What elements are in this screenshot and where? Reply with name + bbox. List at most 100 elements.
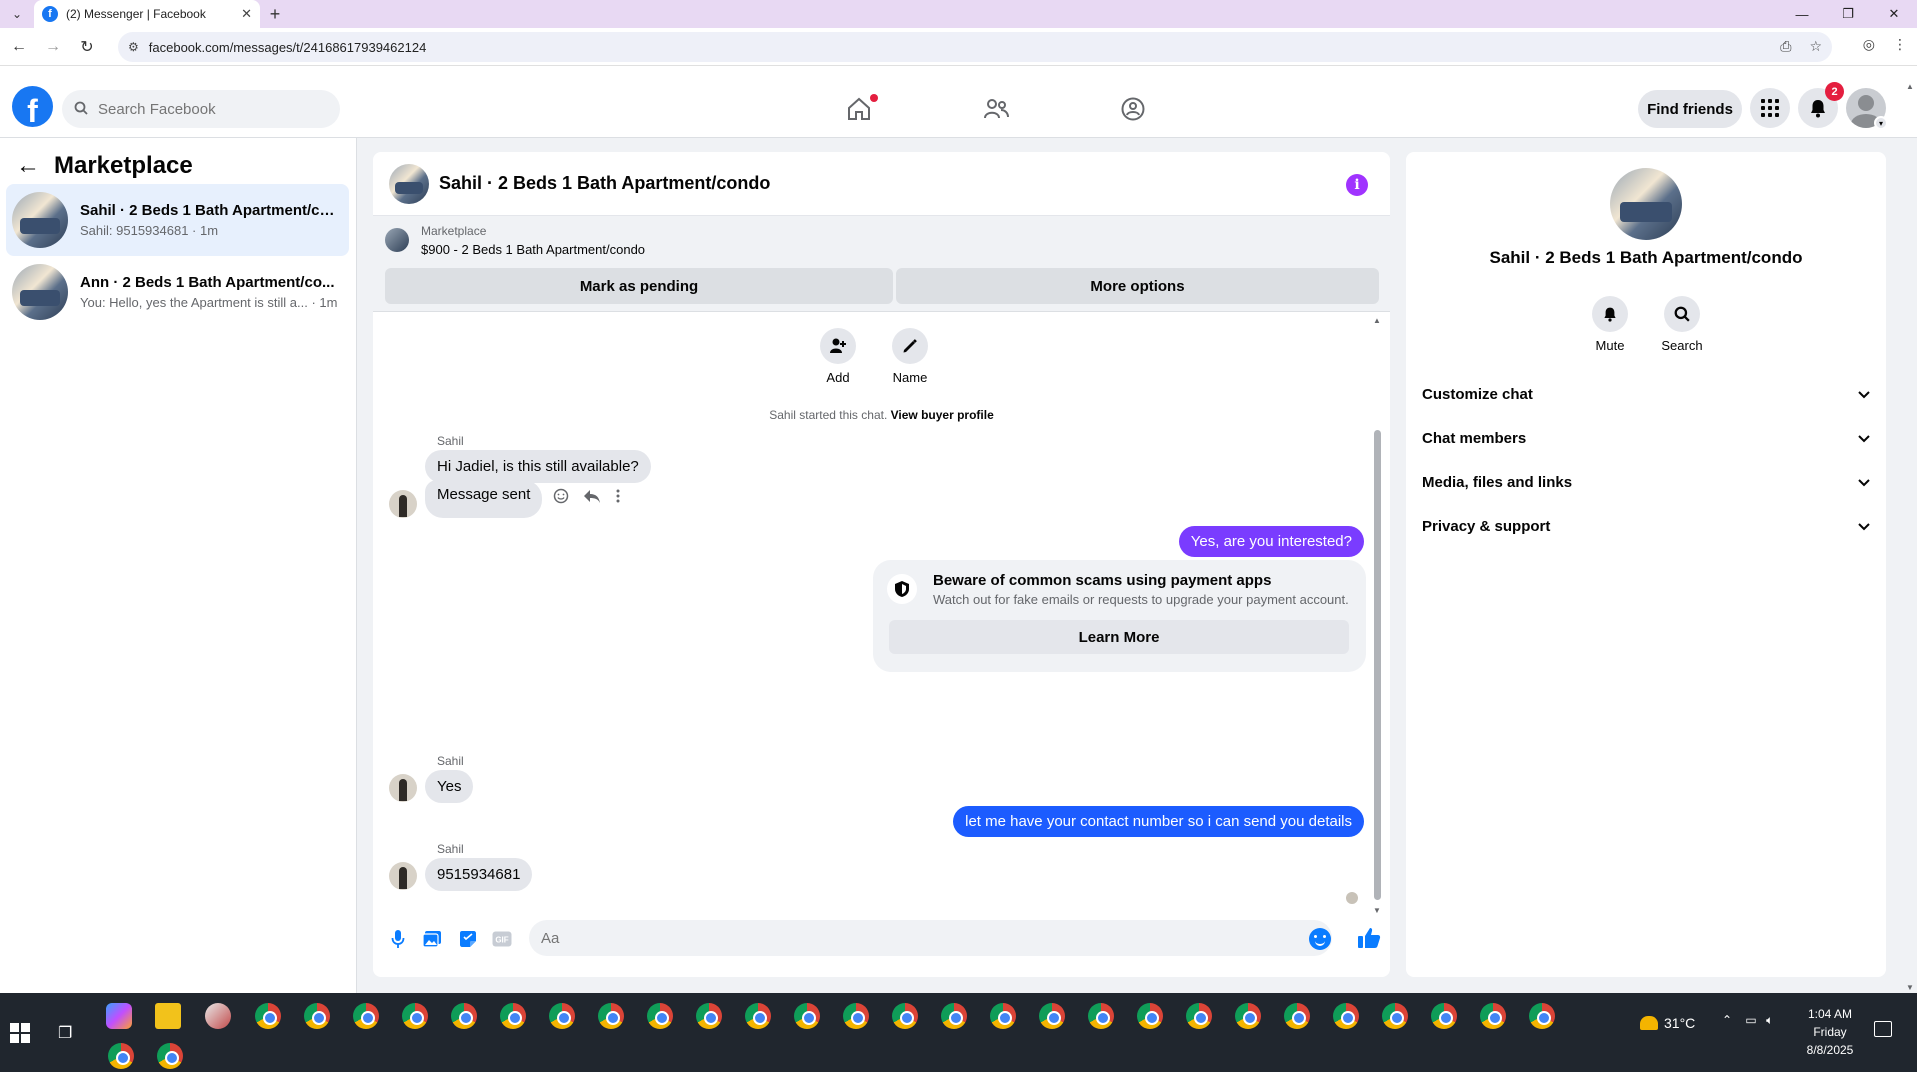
page-scrollbar[interactable]: ▲ ▼ — [1903, 82, 1917, 992]
chrome-icon[interactable] — [941, 1003, 967, 1029]
sender-avatar[interactable] — [389, 774, 417, 802]
chat-members-section[interactable]: Chat members — [1422, 420, 1878, 456]
chrome-icon[interactable] — [892, 1003, 918, 1029]
chrome-icon[interactable] — [1333, 1003, 1359, 1029]
forward-arrow-icon[interactable]: → — [38, 32, 68, 62]
weather-widget[interactable]: 31°C — [1640, 1015, 1695, 1031]
chrome-icon[interactable] — [353, 1003, 379, 1029]
windows-start-icon[interactable] — [10, 1023, 30, 1043]
scroll-up-icon[interactable]: ▲ — [1906, 82, 1914, 91]
microphone-icon[interactable] — [387, 928, 409, 950]
more-options-button[interactable]: More options — [896, 268, 1379, 304]
chrome-icon[interactable] — [1039, 1003, 1065, 1029]
chat-list-item[interactable]: Ann · 2 Beds 1 Bath Apartment/co... You:… — [6, 256, 349, 328]
scroll-up-icon[interactable]: ▲ — [1373, 316, 1381, 325]
view-buyer-profile-link[interactable]: View buyer profile — [891, 408, 994, 422]
media-files-links-section[interactable]: Media, files and links — [1422, 464, 1878, 500]
chrome-icon[interactable] — [500, 1003, 526, 1029]
more-vertical-icon[interactable] — [615, 488, 621, 504]
incoming-message-bubble[interactable]: Yes — [425, 770, 474, 803]
browser-menu-icon[interactable]: ⋮ — [1893, 36, 1907, 53]
thumbs-up-icon[interactable] — [1357, 926, 1383, 952]
paint-icon[interactable] — [205, 1003, 231, 1029]
facebook-search[interactable] — [62, 90, 340, 128]
search-input[interactable] — [98, 100, 318, 118]
outgoing-message-bubble[interactable]: Yes, are you interested? — [1178, 526, 1364, 557]
mark-as-pending-button[interactable]: Mark as pending — [385, 268, 893, 304]
chat-list-item[interactable]: Sahil · 2 Beds 1 Bath Apartment/co... Sa… — [6, 184, 349, 256]
chrome-icon[interactable] — [1529, 1003, 1555, 1029]
emoji-picker-icon[interactable] — [1309, 928, 1331, 950]
gif-icon[interactable]: GIF — [491, 928, 513, 950]
chrome-icon[interactable] — [1382, 1003, 1408, 1029]
photo-gallery-icon[interactable] — [421, 928, 443, 950]
chrome-icon[interactable] — [1235, 1003, 1261, 1029]
search-action[interactable]: Search — [1652, 296, 1712, 353]
install-app-icon[interactable]: ⎙ — [1780, 38, 1791, 55]
outgoing-message-bubble[interactable]: let me have your contact number so i can… — [953, 806, 1364, 837]
window-close-icon[interactable]: ✕ — [1871, 0, 1917, 28]
details-avatar[interactable] — [1610, 168, 1682, 240]
scroll-down-icon[interactable]: ▼ — [1906, 983, 1914, 992]
bookmark-star-icon[interactable]: ☆ — [1809, 38, 1822, 55]
nav-home[interactable] — [790, 94, 927, 124]
sender-avatar[interactable] — [389, 490, 417, 518]
chrome-icon[interactable] — [1480, 1003, 1506, 1029]
file-explorer-icon[interactable] — [155, 1003, 181, 1029]
chrome-icon[interactable] — [1431, 1003, 1457, 1029]
tray-chevron-up-icon[interactable]: ⌃ — [1722, 1013, 1732, 1027]
incoming-message-bubble[interactable]: Message sent — [425, 480, 543, 518]
add-people-action[interactable]: Add — [808, 328, 868, 385]
chrome-icon[interactable] — [598, 1003, 624, 1029]
notification-center-icon[interactable] — [1874, 1021, 1892, 1037]
site-info-icon[interactable]: ⚙ — [128, 40, 139, 54]
nav-friends[interactable] — [927, 94, 1064, 124]
chrome-icon[interactable] — [549, 1003, 575, 1029]
conversation-avatar[interactable] — [389, 163, 429, 204]
chrome-icon[interactable] — [1186, 1003, 1212, 1029]
system-tray[interactable]: ⌃ ▭ 🔈︎ — [1722, 1013, 1773, 1028]
chrome-icon[interactable] — [1284, 1003, 1310, 1029]
clock[interactable]: 1:04 AM Friday 8/8/2025 — [1790, 1005, 1870, 1059]
thread-scrollbar[interactable]: ▲ ▼ — [1372, 316, 1382, 915]
incoming-message-bubble[interactable]: 9515934681 — [425, 858, 533, 891]
chrome-icon[interactable] — [1137, 1003, 1163, 1029]
chrome-icon[interactable] — [255, 1003, 281, 1029]
new-tab-plus-icon[interactable]: + — [260, 0, 290, 28]
learn-more-button[interactable]: Learn More — [889, 620, 1349, 654]
minimize-icon[interactable]: — — [1779, 0, 1825, 28]
message-input[interactable] — [529, 920, 1332, 956]
chrome-icon[interactable] — [647, 1003, 673, 1029]
conversation-title[interactable]: Sahil · 2 Beds 1 Bath Apartment/condo — [439, 173, 770, 194]
chrome-icon[interactable] — [402, 1003, 428, 1029]
incoming-message-bubble[interactable]: Hi Jadiel, is this still available? — [425, 450, 651, 483]
task-view-icon[interactable]: ❐ — [58, 1023, 78, 1043]
chrome-icon[interactable] — [451, 1003, 477, 1029]
notifications-button[interactable]: 2 — [1798, 82, 1844, 128]
copilot-icon[interactable] — [106, 1003, 132, 1029]
customize-chat-section[interactable]: Customize chat — [1422, 376, 1878, 412]
info-icon[interactable]: i — [1346, 174, 1368, 196]
back-arrow-icon[interactable]: ← — [4, 32, 34, 62]
tab-close-icon[interactable]: ✕ — [241, 6, 252, 22]
find-friends-button[interactable]: Find friends — [1638, 90, 1742, 128]
chrome-icon[interactable] — [990, 1003, 1016, 1029]
sticker-icon[interactable] — [457, 928, 479, 950]
profile-icon[interactable]: ◎ — [1863, 36, 1875, 53]
reload-icon[interactable]: ↻ — [72, 32, 102, 62]
chrome-icon[interactable] — [696, 1003, 722, 1029]
scrollbar-thumb[interactable] — [1374, 430, 1381, 900]
volume-icon[interactable]: 🔈︎ — [1766, 1013, 1773, 1027]
tab-search-chevron-icon[interactable]: ⌄ — [0, 0, 34, 28]
menu-button[interactable] — [1750, 88, 1790, 128]
chrome-icon[interactable] — [108, 1043, 134, 1069]
privacy-support-section[interactable]: Privacy & support — [1422, 508, 1878, 544]
account-chevron-down-icon[interactable]: ▾ — [1874, 116, 1888, 130]
react-emoji-icon[interactable] — [553, 488, 569, 504]
browser-tab[interactable]: f (2) Messenger | Facebook ✕ — [34, 0, 260, 28]
reply-icon[interactable] — [583, 488, 601, 504]
back-arrow-icon[interactable]: ← — [16, 152, 40, 180]
facebook-logo-icon[interactable]: f — [12, 86, 53, 127]
name-chat-action[interactable]: Name — [880, 328, 940, 385]
mute-action[interactable]: Mute — [1580, 296, 1640, 353]
